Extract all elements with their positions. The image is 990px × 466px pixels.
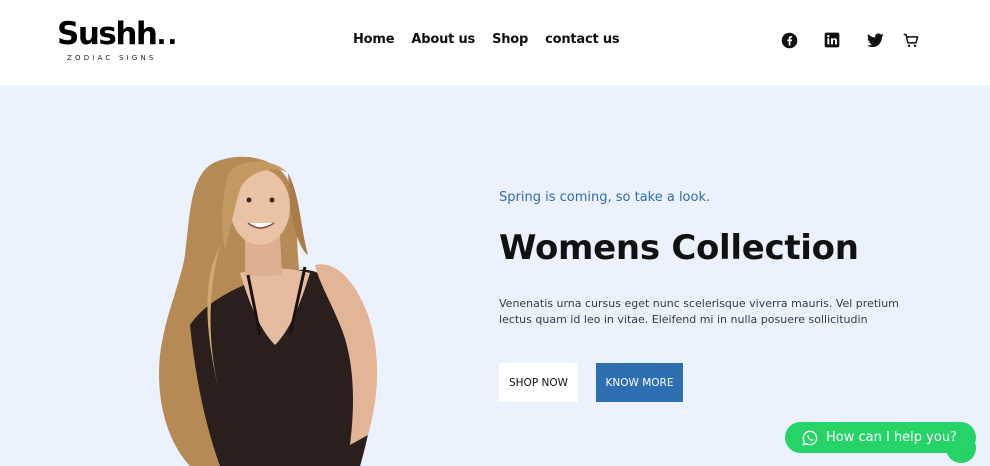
hero-section: Spring is coming, so take a look. Womens… bbox=[0, 85, 990, 466]
know-more-button[interactable]: KNOW MORE bbox=[596, 363, 683, 402]
nav-home[interactable]: Home bbox=[353, 32, 395, 48]
hero-model-image bbox=[159, 156, 378, 466]
whatsapp-chat-button[interactable]: How can I help you? bbox=[785, 422, 976, 453]
hero-title: Womens Collection bbox=[499, 228, 859, 268]
site-header: Sushh.. ZODIAC SIGNS Home About us Shop … bbox=[0, 0, 990, 85]
linkedin-icon[interactable] bbox=[823, 31, 841, 49]
nav-contact-us[interactable]: contact us bbox=[545, 32, 620, 48]
shop-now-button[interactable]: SHOP NOW bbox=[499, 363, 578, 402]
hero-description: Venenatis urna cursus eget nunc sceleris… bbox=[499, 297, 899, 326]
hero-tagline: Spring is coming, so take a look. bbox=[499, 190, 711, 205]
nav-about-us[interactable]: About us bbox=[411, 32, 475, 48]
brand-tagline: ZODIAC SIGNS bbox=[67, 54, 157, 62]
nav-shop[interactable]: Shop bbox=[492, 32, 528, 48]
brand-logo[interactable]: Sushh.. ZODIAC SIGNS bbox=[57, 16, 179, 62]
cart-icon[interactable] bbox=[902, 31, 920, 49]
whatsapp-icon bbox=[802, 430, 818, 446]
twitter-icon[interactable] bbox=[866, 31, 884, 49]
main-nav: Home About us Shop contact us bbox=[353, 32, 636, 48]
social-links bbox=[780, 31, 920, 49]
brand-name: Sushh.. bbox=[57, 16, 179, 52]
facebook-icon[interactable] bbox=[780, 31, 798, 49]
chat-label: How can I help you? bbox=[826, 430, 957, 445]
